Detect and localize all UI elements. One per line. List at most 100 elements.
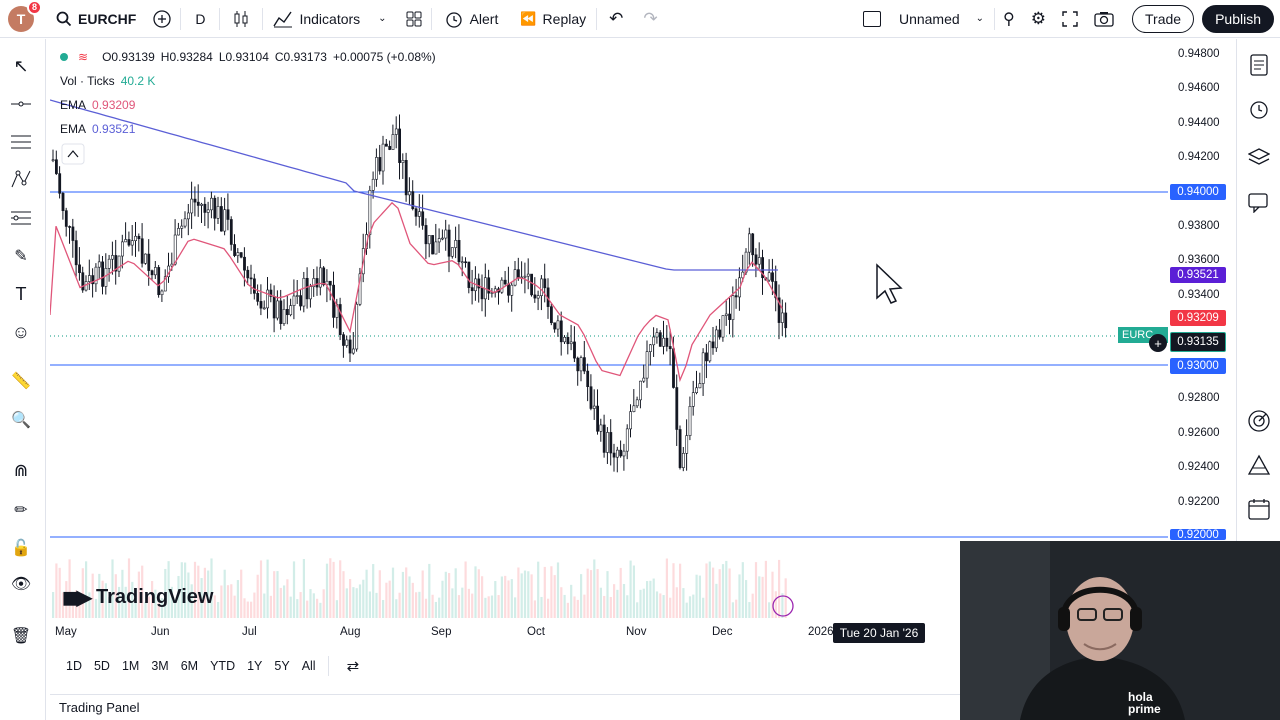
market-status-icon: ≋	[78, 50, 89, 64]
trendline-tool[interactable]	[8, 91, 34, 117]
volume-bar	[583, 594, 586, 618]
layouts-button[interactable]	[397, 0, 431, 38]
volume-bar	[586, 568, 589, 618]
volume-bar	[253, 592, 256, 618]
chart-type-button[interactable]	[220, 0, 262, 38]
range-1m-button[interactable]: 1M	[116, 659, 145, 673]
interval-button[interactable]: D	[181, 0, 219, 38]
goto-date-button[interactable]: ⇄	[335, 657, 372, 675]
cursor-tool[interactable]: ↖	[8, 53, 34, 79]
range-5d-button[interactable]: 5D	[88, 659, 116, 673]
fullscreen-button[interactable]	[1054, 0, 1086, 38]
candle-body	[596, 405, 600, 432]
emoji-tool[interactable]: ☺	[8, 319, 34, 345]
chats-button[interactable]	[1245, 189, 1273, 217]
candle-body	[305, 277, 309, 300]
search-icon	[56, 11, 72, 26]
price-chart[interactable]	[50, 40, 1168, 620]
candle-body	[691, 392, 695, 407]
magnet-tool[interactable]: ⋒	[8, 458, 34, 484]
range-1y-button[interactable]: 1Y	[241, 659, 268, 673]
snapshot-button[interactable]	[1086, 0, 1122, 38]
volume-bar	[547, 598, 550, 618]
undo-button[interactable]: ↶	[597, 0, 635, 38]
range-1d-button[interactable]: 1D	[60, 659, 88, 673]
candle-body	[731, 295, 735, 320]
volume-bar	[240, 569, 243, 618]
symbol-label: EURCHF	[78, 10, 137, 27]
settings-button[interactable]: ⚙	[1023, 0, 1054, 38]
ideas-button[interactable]	[1245, 407, 1273, 435]
ema-fast-legend[interactable]: EMA 0.93209	[60, 98, 135, 112]
pattern-tool[interactable]	[8, 166, 34, 192]
ema-slow-legend[interactable]: EMA 0.93521	[60, 122, 135, 136]
trade-button[interactable]: Trade	[1132, 4, 1195, 33]
price-tag-ema-fast[interactable]: 0.93209	[1170, 310, 1226, 326]
ema-slow-line[interactable]	[50, 99, 778, 271]
range-3m-button[interactable]: 3M	[145, 659, 174, 673]
volume-bar	[523, 570, 527, 618]
visibility-tool[interactable]: 👁	[8, 571, 34, 597]
volume-bar	[428, 563, 431, 618]
candle-body	[582, 357, 586, 372]
volume-value: 40.2 K	[120, 74, 156, 88]
volume-legend[interactable]: Vol · Ticks 40.2 K	[60, 74, 155, 88]
candle-body	[187, 212, 190, 220]
calendar-button[interactable]	[1245, 495, 1273, 523]
volume-bar	[718, 569, 721, 618]
range-6m-button[interactable]: 6M	[175, 659, 204, 673]
compare-button[interactable]	[144, 0, 180, 38]
time-axis[interactable]: May Jun Jul Aug Sep Oct Nov Dec 2026	[50, 622, 960, 644]
ohlc-open: O0.93139	[102, 50, 155, 64]
streams-button[interactable]	[1245, 451, 1273, 479]
candle-body	[279, 300, 283, 324]
tradingview-logo[interactable]: ◼▶ TradingView	[62, 585, 213, 610]
range-ytd-button[interactable]: YTD	[204, 659, 241, 673]
candle-body	[282, 308, 286, 324]
publish-button[interactable]: Publish	[1202, 4, 1274, 33]
brush-tool[interactable]: ✎	[8, 243, 34, 269]
text-tool[interactable]: T	[8, 281, 34, 307]
drawing-mode-tool[interactable]: ✏	[8, 497, 34, 523]
price-axis[interactable]: 0.94800 0.94600 0.94400 0.94200 0.93800 …	[1168, 40, 1236, 540]
measure-tool[interactable]: 📏	[8, 368, 34, 394]
candle-body	[668, 346, 672, 350]
range-5y-button[interactable]: 5Y	[268, 659, 295, 673]
symbol-search[interactable]: EURCHF	[48, 0, 144, 38]
layout-name-button[interactable]: Unnamed ⌄	[853, 0, 994, 38]
quick-search-button[interactable]: ⚲	[995, 0, 1023, 38]
trading-panel-tab[interactable]: Trading Panel	[50, 694, 960, 720]
candle-body	[431, 235, 435, 255]
price-tag-ema-slow[interactable]: 0.93521	[1170, 267, 1226, 283]
lock-tool[interactable]: 🔓	[8, 535, 34, 561]
volume-bar	[352, 587, 355, 618]
indicators-button[interactable]: Indicators ⌄	[263, 0, 396, 38]
price-tag-092000[interactable]: 0.92000	[1170, 529, 1226, 540]
watchlist-button[interactable]	[1245, 51, 1273, 79]
candle-body	[309, 286, 312, 300]
remove-tool[interactable]: 🗑	[8, 623, 34, 649]
price-tag-094000[interactable]: 0.94000	[1170, 184, 1226, 200]
price-tag-last[interactable]: 0.93135	[1170, 332, 1226, 352]
forecast-tool[interactable]	[8, 204, 34, 230]
object-tree-button[interactable]	[1245, 143, 1273, 171]
volume-bar	[289, 596, 292, 618]
alert-button[interactable]: Alert	[432, 0, 511, 38]
fib-tool[interactable]	[8, 129, 34, 155]
price-tag-093000[interactable]: 0.93000	[1170, 358, 1226, 374]
candle-body	[193, 198, 197, 203]
candles	[51, 114, 788, 473]
volume-bar	[335, 600, 338, 618]
alerts-panel-button[interactable]	[1245, 95, 1273, 123]
candle-body	[127, 239, 131, 246]
add-alert-plus-icon[interactable]: +	[1149, 334, 1167, 352]
volume-bar	[421, 570, 424, 618]
replay-button[interactable]: ⏪ Replay	[510, 0, 596, 38]
zoom-tool[interactable]: 🔍	[8, 407, 34, 433]
user-avatar[interactable]: T 8	[8, 0, 42, 32]
volume-bar	[286, 579, 289, 618]
ohlc-high: H0.93284	[160, 50, 213, 64]
range-all-button[interactable]: All	[296, 659, 322, 673]
collapse-legend-button[interactable]	[61, 143, 85, 165]
redo-button[interactable]: ↷	[635, 0, 665, 38]
